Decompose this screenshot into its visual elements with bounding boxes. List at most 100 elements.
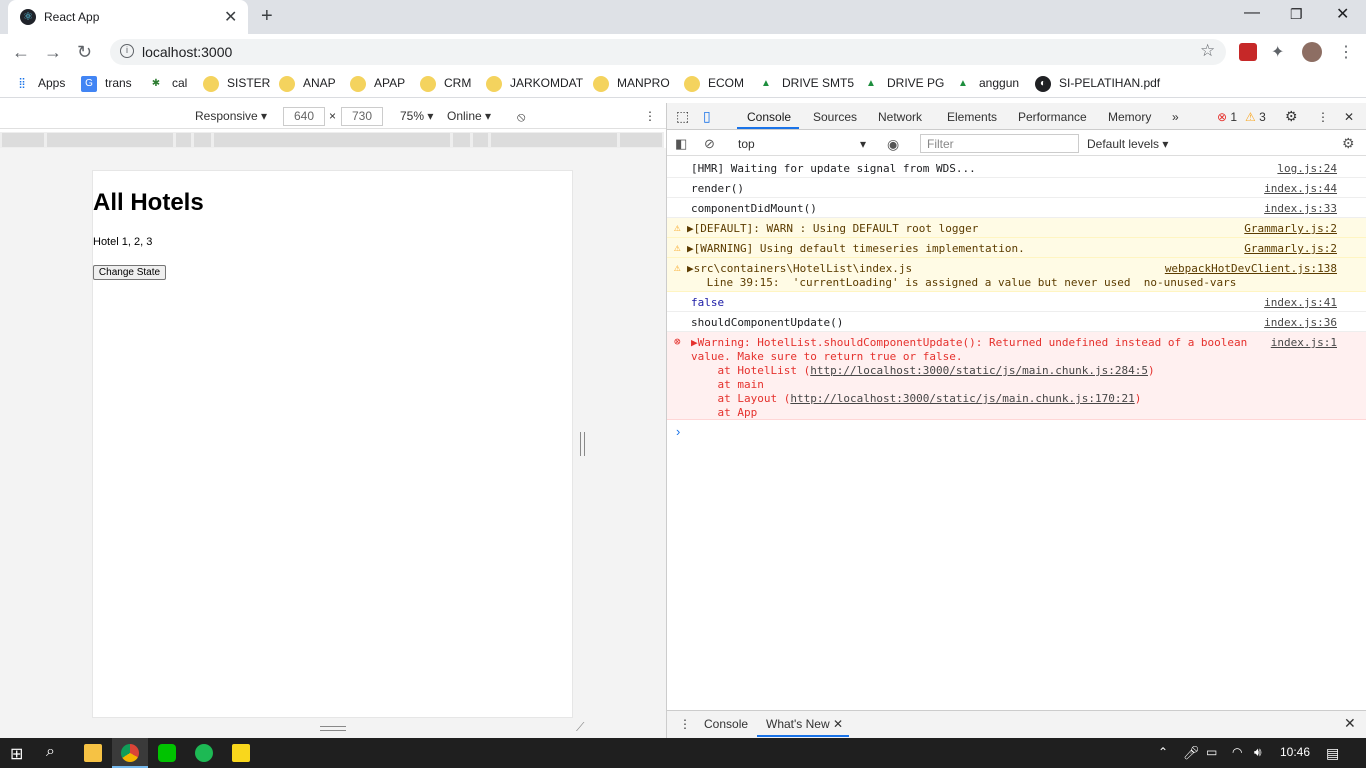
close-icon[interactable]: ✕	[833, 717, 843, 731]
ruler-segment[interactable]	[47, 133, 173, 147]
bookmark-manpro[interactable]: MANPRO	[593, 76, 670, 92]
device-toggle-icon[interactable]: ▯	[703, 108, 711, 125]
drawer-menu-icon[interactable]: ⋮	[679, 717, 691, 731]
drawer-tab-whats-new[interactable]: What's New ✕	[766, 717, 843, 731]
stack-link[interactable]: http://localhost:3000/static/js/main.chu…	[810, 364, 1148, 377]
notifications-icon[interactable]: ▤	[1326, 745, 1339, 762]
info-icon[interactable]: i	[120, 44, 134, 58]
tab-network[interactable]: Network	[878, 110, 922, 124]
menu-icon[interactable]: ⋮	[1338, 42, 1354, 62]
tab-elements[interactable]: Elements	[947, 110, 997, 124]
bookmark-jarkomdat[interactable]: JARKOMDAT	[486, 76, 583, 92]
bookmark-star-icon[interactable]: ☆	[1200, 41, 1215, 61]
drawer-tab-console[interactable]: Console	[704, 717, 748, 731]
eye-icon[interactable]: ◉	[887, 136, 899, 153]
tab-performance[interactable]: Performance	[1018, 110, 1087, 124]
console-warning-row[interactable]: ⚠ ▶[DEFAULT]: WARN : Using DEFAULT root …	[667, 218, 1366, 238]
devtools-menu-icon[interactable]: ⋮	[1317, 110, 1329, 124]
puzzle-icon[interactable]: ✦	[1271, 42, 1284, 62]
sidebar-toggle-icon[interactable]: ◧	[675, 136, 687, 152]
throttle-select[interactable]: Online ▾	[447, 109, 491, 123]
address-bar[interactable]: i localhost:3000 ☆	[110, 39, 1226, 65]
tray-chevron-icon[interactable]: ⌃	[1158, 745, 1168, 759]
bookmark-apap[interactable]: APAP	[350, 76, 405, 92]
bookmark-cal[interactable]: ✱ cal	[148, 76, 188, 92]
more-tabs-icon[interactable]: »	[1172, 110, 1179, 124]
source-link[interactable]: Grammarly.js:2	[1244, 242, 1337, 255]
console-settings-icon[interactable]: ⚙	[1342, 135, 1355, 152]
tab-sources[interactable]: Sources	[813, 110, 857, 124]
context-select[interactable]: top ▾	[738, 137, 866, 151]
bookmark-crm[interactable]: CRM	[420, 76, 471, 92]
filter-input[interactable]: Filter	[920, 134, 1079, 153]
source-link[interactable]: Grammarly.js:2	[1244, 222, 1337, 235]
source-link[interactable]: log.js:24	[1277, 162, 1337, 175]
tab-memory[interactable]: Memory	[1108, 110, 1151, 124]
ruler-segment[interactable]	[194, 133, 211, 147]
clear-console-icon[interactable]: ⊘	[704, 136, 715, 152]
rotate-icon[interactable]: ⦸	[517, 109, 525, 125]
battery-icon[interactable]: ▭	[1206, 745, 1217, 759]
bookmark-ecom[interactable]: ECOM	[684, 76, 744, 92]
height-input[interactable]: 730	[341, 107, 383, 126]
settings-gear-icon[interactable]: ⚙	[1285, 108, 1298, 125]
browser-tab[interactable]: ⚛ React App ✕	[8, 0, 248, 34]
ruler-segment[interactable]	[620, 133, 662, 147]
ruler-segment[interactable]	[453, 133, 470, 147]
microphone-icon[interactable]: 🎤︎	[1183, 745, 1200, 761]
file-explorer-icon[interactable]	[84, 744, 102, 762]
new-tab-icon[interactable]: +	[261, 5, 273, 28]
reload-icon[interactable]: ↻	[77, 42, 92, 63]
windows-start-icon[interactable]: ⊞	[10, 744, 23, 764]
ruler-segment[interactable]	[214, 133, 450, 147]
levels-select[interactable]: Default levels ▾	[1087, 137, 1168, 151]
bookmark-apps[interactable]: ⣿ Apps	[14, 76, 65, 92]
wifi-icon[interactable]: ◠	[1232, 745, 1242, 759]
zoom-select[interactable]: 75% ▾	[400, 109, 433, 123]
bookmark-sister[interactable]: SISTER	[203, 76, 270, 92]
warning-count-badge[interactable]: ⚠ 3	[1245, 110, 1266, 124]
bookmark-drive-pg[interactable]: ▲ DRIVE PG	[863, 76, 944, 92]
console-error-row[interactable]: ⊗ ▶Warning: HotelList.shouldComponentUpd…	[667, 332, 1366, 420]
inspect-icon[interactable]: ⬚	[676, 108, 689, 125]
source-link[interactable]: index.js:36	[1264, 316, 1337, 329]
source-link[interactable]: index.js:33	[1264, 202, 1337, 215]
console-warning-row[interactable]: ⚠ ▶[WARNING] Using default timeseries im…	[667, 238, 1366, 258]
chrome-taskbar-item[interactable]	[112, 738, 148, 768]
devtools-close-icon[interactable]: ✕	[1344, 110, 1354, 124]
width-input[interactable]: 640	[283, 107, 325, 126]
sticky-notes-icon[interactable]	[232, 744, 250, 762]
drawer-close-icon[interactable]: ✕	[1344, 715, 1356, 732]
avatar[interactable]	[1302, 42, 1322, 62]
device-more-icon[interactable]: ⋮	[644, 109, 656, 123]
tab-console[interactable]: Console	[747, 110, 791, 124]
change-state-button[interactable]: Change State	[93, 265, 166, 280]
bookmark-anap[interactable]: ANAP	[279, 76, 336, 92]
bookmark-trans[interactable]: Gtrans	[81, 76, 132, 92]
bookmark-drive-smt5[interactable]: ▲ DRIVE SMT5	[758, 76, 854, 92]
ruler-segment[interactable]	[2, 133, 44, 147]
line-icon[interactable]	[158, 744, 176, 762]
forward-icon[interactable]: →	[44, 42, 62, 63]
resize-handle-vertical[interactable]	[580, 432, 585, 456]
close-tab-icon[interactable]: ✕	[224, 7, 237, 27]
stack-link[interactable]: http://localhost:3000/static/js/main.chu…	[790, 392, 1134, 405]
device-select[interactable]: Responsive ▾	[195, 109, 267, 123]
resize-corner-icon[interactable]: ⟋	[576, 720, 584, 735]
source-link[interactable]: index.js:41	[1264, 296, 1337, 309]
bookmark-anggun[interactable]: ▲ anggun	[955, 76, 1019, 92]
restore-icon[interactable]: ❐	[1290, 6, 1303, 23]
error-count-badge[interactable]: ⊗ 1	[1217, 110, 1237, 124]
console-prompt[interactable]: ›	[676, 424, 680, 439]
resize-handle-horizontal[interactable]	[320, 726, 346, 731]
minimize-icon[interactable]: —	[1244, 4, 1260, 22]
window-close-icon[interactable]: ✕	[1336, 4, 1349, 24]
volume-icon[interactable]: 🔊︎	[1254, 745, 1262, 760]
extension-icon[interactable]	[1239, 43, 1257, 61]
console-warning-row[interactable]: ⚠ ▶src\containers\HotelList\index.js Lin…	[667, 258, 1366, 292]
spotify-icon[interactable]	[195, 744, 213, 762]
source-link[interactable]: index.js:44	[1264, 182, 1337, 195]
bookmark-si-pelatihan[interactable]: ◐ SI-PELATIHAN.pdf	[1035, 76, 1160, 92]
ruler-segment[interactable]	[491, 133, 617, 147]
back-icon[interactable]: ←	[12, 42, 30, 63]
